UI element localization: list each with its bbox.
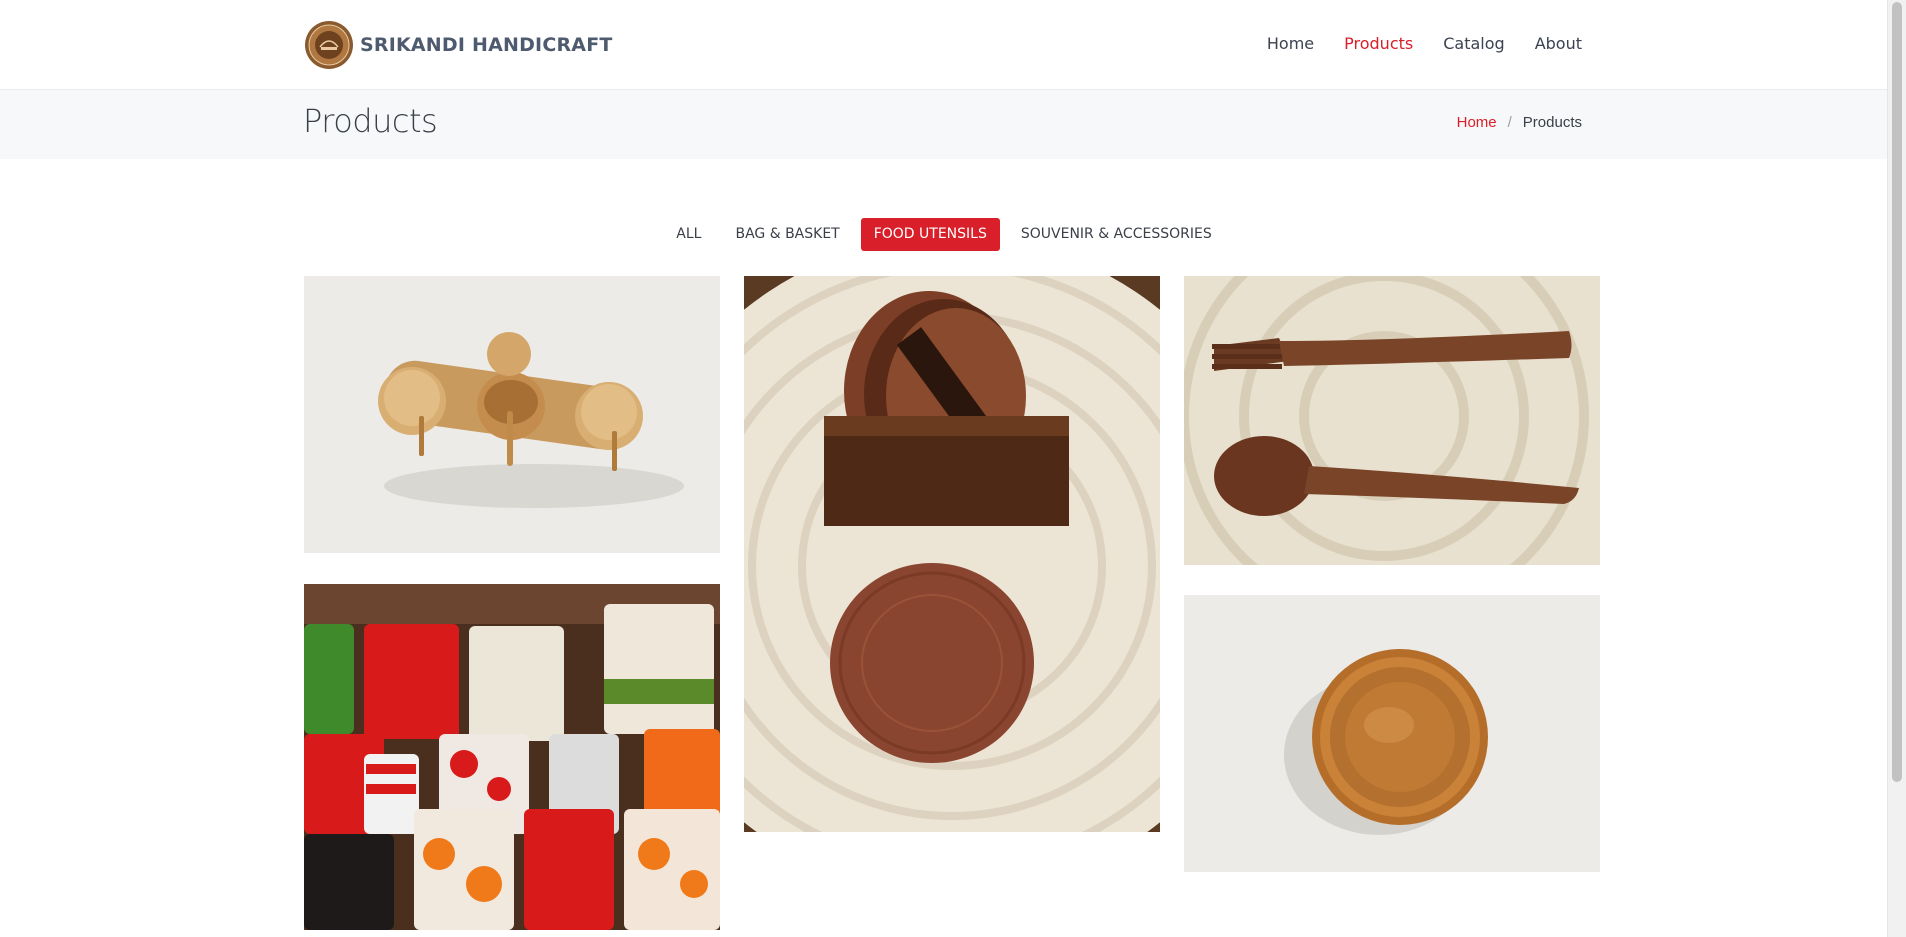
brand-name: SRIKANDI HANDICRAFT bbox=[360, 34, 613, 56]
product-image-fork-spoon[interactable] bbox=[1184, 276, 1600, 565]
brand-seal-logo bbox=[305, 21, 353, 69]
product-image-wooden-bowl[interactable] bbox=[1184, 595, 1600, 872]
product-image-condiment-jars[interactable] bbox=[304, 276, 720, 553]
fork-spoon-image bbox=[1184, 276, 1600, 565]
nav-catalog[interactable]: Catalog bbox=[1443, 34, 1504, 53]
nav-home[interactable]: Home bbox=[1267, 34, 1314, 53]
filter-bag-basket[interactable]: BAG & BASKET bbox=[722, 218, 852, 251]
page-scrollbar[interactable] bbox=[1887, 0, 1906, 937]
product-image-coaster-set[interactable] bbox=[744, 276, 1160, 832]
coaster-set-image bbox=[744, 276, 1160, 832]
site-header: SRIKANDI HANDICRAFT Home Products Catalo… bbox=[0, 0, 1888, 89]
product-image-enamel-mugs[interactable] bbox=[304, 584, 720, 930]
breadcrumb-home-link[interactable]: Home bbox=[1457, 114, 1497, 131]
breadcrumb: Home / Products bbox=[1457, 114, 1582, 131]
condiment-jars-image bbox=[304, 276, 720, 553]
nav-about[interactable]: About bbox=[1535, 34, 1582, 53]
main-nav: Home Products Catalog About bbox=[1267, 34, 1582, 53]
enamel-mugs-image bbox=[304, 584, 720, 930]
breadcrumb-current: Products bbox=[1522, 114, 1582, 131]
scrollbar-thumb[interactable] bbox=[1892, 2, 1902, 782]
page-title: Products bbox=[303, 102, 438, 140]
filter-food-utensils[interactable]: FOOD UTENSILS bbox=[860, 218, 1000, 251]
category-filter: ALL BAG & BASKET FOOD UTENSILS SOUVENIR … bbox=[0, 218, 1888, 251]
page-title-band: Products Home / Products bbox=[0, 89, 1888, 159]
breadcrumb-separator: / bbox=[1507, 114, 1512, 131]
filter-souvenir-accessories[interactable]: SOUVENIR & ACCESSORIES bbox=[1008, 218, 1225, 251]
wooden-bowl-image bbox=[1184, 595, 1600, 872]
nav-products[interactable]: Products bbox=[1344, 34, 1413, 53]
filter-all[interactable]: ALL bbox=[663, 218, 714, 251]
brand-logo[interactable]: SRIKANDI HANDICRAFT bbox=[304, 20, 613, 70]
